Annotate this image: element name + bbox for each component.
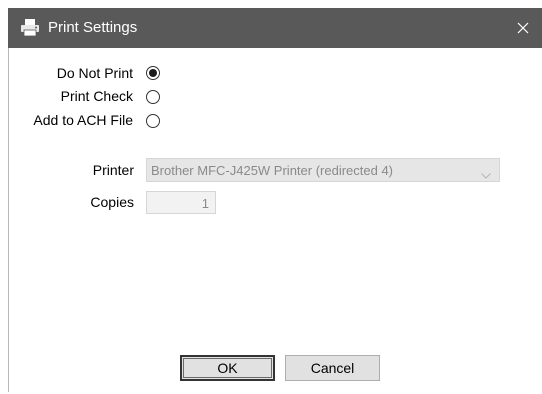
chevron-down-icon xyxy=(481,166,491,184)
focus-rect xyxy=(183,358,272,378)
print-check-label: Print Check xyxy=(60,88,133,104)
close-icon xyxy=(517,22,529,34)
copies-value: 1 xyxy=(201,196,209,211)
cancel-button-label: Cancel xyxy=(310,360,355,376)
printer-label: Printer xyxy=(92,162,134,178)
do-not-print-radio[interactable] xyxy=(146,66,160,80)
radio-selected-dot xyxy=(149,69,157,77)
dialog-title: Print Settings xyxy=(48,19,138,36)
printer-select-value: Brother MFC-J425W Printer (redirected 4) xyxy=(151,163,394,178)
print-settings-dialog: Print Settings Do Not Print Print Check … xyxy=(0,0,542,394)
print-check-radio[interactable] xyxy=(146,90,160,104)
copies-label: Copies xyxy=(90,194,134,210)
window-border xyxy=(8,48,9,392)
cancel-button[interactable]: Cancel xyxy=(285,355,380,381)
do-not-print-label: Do Not Print xyxy=(56,65,133,81)
ok-button[interactable]: OK xyxy=(180,355,275,381)
copies-input[interactable]: 1 xyxy=(146,191,216,214)
add-to-ach-file-label: Add to ACH File xyxy=(33,112,133,128)
close-button[interactable] xyxy=(508,10,538,46)
printer-select[interactable]: Brother MFC-J425W Printer (redirected 4) xyxy=(146,158,500,182)
printer-icon xyxy=(20,19,42,37)
add-to-ach-file-radio[interactable] xyxy=(146,114,160,128)
title-bar[interactable]: Print Settings xyxy=(8,8,542,48)
